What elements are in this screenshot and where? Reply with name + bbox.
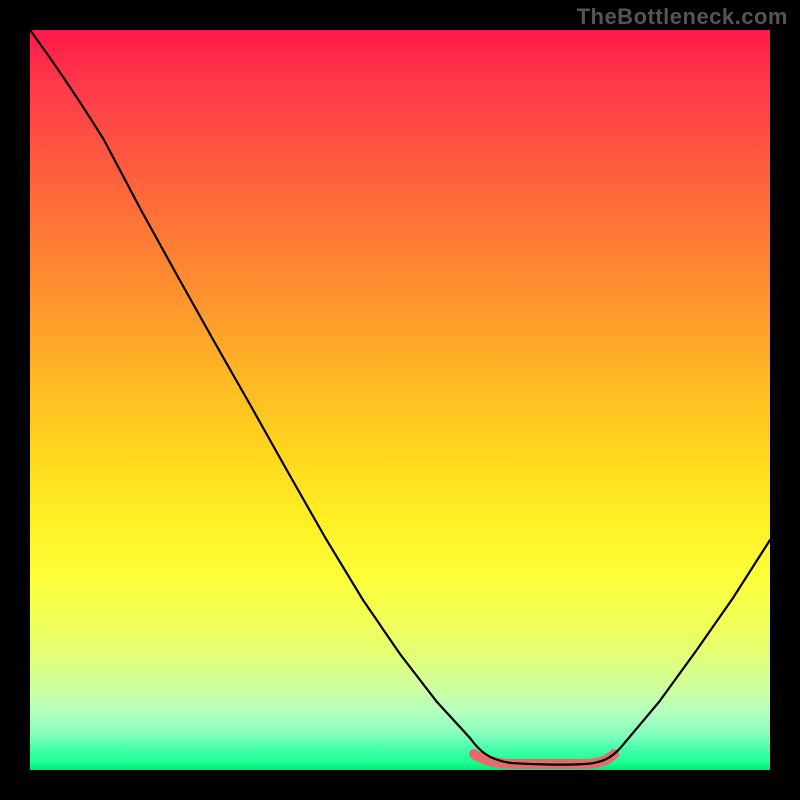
plot-area xyxy=(30,30,770,770)
chart-frame: TheBottleneck.com xyxy=(0,0,800,800)
curve-svg xyxy=(30,30,770,770)
curve-line xyxy=(30,30,770,765)
watermark-text: TheBottleneck.com xyxy=(577,4,788,30)
